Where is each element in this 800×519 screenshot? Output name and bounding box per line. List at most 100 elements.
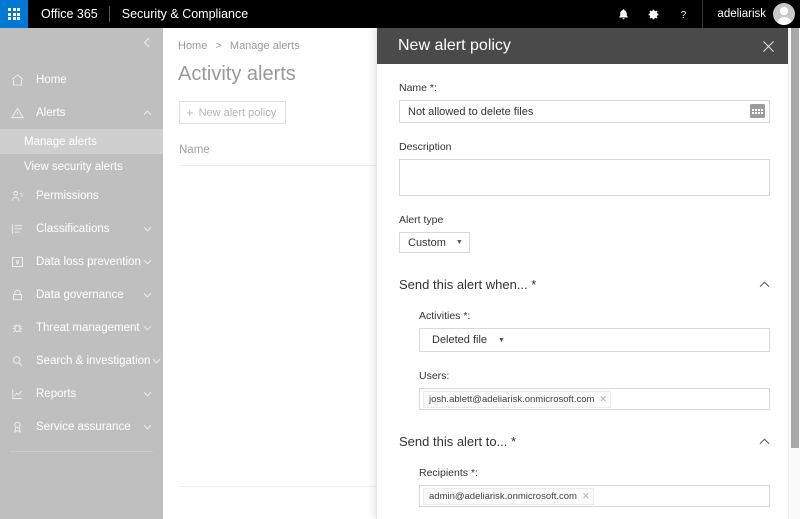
chevron-down-icon[interactable] (150, 358, 162, 364)
keyboard-ime-icon[interactable] (750, 104, 765, 118)
remove-token-x-icon[interactable]: ✕ (582, 491, 590, 502)
activities-value: Deleted file (432, 334, 487, 346)
description-field-group: Description (399, 123, 770, 196)
section-send-alert-when-title: Send this alert when... * (399, 277, 759, 292)
chevron-down-icon[interactable] (141, 259, 153, 265)
help-question-icon[interactable]: ? (668, 0, 698, 28)
section-send-alert-when-body: Activities *: Deleted file ▼ Users: josh… (399, 292, 770, 410)
data-governance-lock-icon (11, 289, 30, 301)
chevron-left-icon (143, 37, 150, 48)
alert-type-value: Custom (408, 237, 446, 249)
service-assurance-badge-icon (11, 421, 30, 433)
description-textarea[interactable] (399, 159, 770, 196)
alert-type-label: Alert type (399, 214, 770, 226)
name-input[interactable] (399, 100, 770, 123)
name-label: Name *: (399, 82, 770, 94)
users-people-picker[interactable]: josh.ablett@adeliarisk.onmicrosoft.com ✕ (419, 388, 770, 410)
avatar[interactable] (773, 3, 795, 25)
plus-icon: + (186, 106, 194, 119)
sidebar-item-classifications[interactable]: Classifications (0, 212, 163, 245)
page-vertical-scrollbar[interactable] (788, 28, 800, 519)
users-token-label: josh.ablett@adeliarisk.onmicrosoft.com (429, 394, 594, 405)
permissions-people-icon (11, 190, 30, 202)
panel-title: New alert policy (398, 37, 757, 55)
nav-gap (0, 56, 163, 63)
chevron-down-icon[interactable] (141, 325, 153, 331)
sidebar-item-threat-management[interactable]: Threat management (0, 311, 163, 344)
panel-body: Name *: Description Alert type Custom (377, 64, 792, 519)
nav-bottom-divider (10, 451, 153, 452)
suite-brand-office365[interactable]: Office 365 (28, 0, 109, 28)
chevron-down-icon[interactable] (141, 292, 153, 298)
user-account-menu[interactable]: adeliarisk (702, 0, 800, 28)
activities-dropdown[interactable]: Deleted file ▼ (419, 328, 770, 352)
sidebar-item-data-governance[interactable]: Data governance (0, 278, 163, 311)
section-send-alert-to-title: Send this alert to... * (399, 434, 759, 449)
alert-triangle-icon (11, 107, 30, 119)
breadcrumb-separator: > (215, 40, 221, 52)
activities-label: Activities *: (419, 310, 770, 322)
breadcrumb-current[interactable]: Manage alerts (230, 40, 300, 52)
chevron-up-icon[interactable] (141, 110, 153, 116)
chevron-down-icon[interactable] (141, 391, 153, 397)
sidebar-item-manage-alerts[interactable]: Manage alerts (0, 129, 163, 154)
scrollbar-thumb[interactable] (791, 28, 799, 448)
settings-gear-icon[interactable] (638, 0, 668, 28)
name-field-group: Name *: (399, 64, 770, 123)
alert-type-field-group: Alert type Custom ▼ (399, 196, 770, 253)
app-launcher-waffle-icon[interactable] (0, 0, 28, 28)
reports-chart-icon (11, 388, 30, 400)
sidebar-item-service-assurance[interactable]: Service assurance (0, 410, 163, 443)
chevron-down-icon[interactable] (141, 226, 153, 232)
alert-type-dropdown[interactable]: Custom ▼ (399, 232, 470, 253)
sidebar-item-search-investigation[interactable]: Search & investigation (0, 344, 163, 377)
sidebar-item-label: Data loss prevention (30, 256, 141, 268)
classifications-list-icon (11, 223, 30, 235)
sidebar-item-label: Home (30, 74, 141, 86)
sidebar-item-label: Data governance (30, 289, 141, 301)
user-name-label: adeliarisk (717, 8, 766, 20)
notifications-bell-icon[interactable] (608, 0, 638, 28)
description-label: Description (399, 141, 770, 153)
sidebar-item-view-security-alerts[interactable]: View security alerts (0, 154, 163, 179)
home-icon (11, 74, 30, 86)
name-input-wrap (399, 100, 770, 123)
sidebar-item-data-loss-prevention[interactable]: Data loss prevention (0, 245, 163, 278)
panel-header: New alert policy (377, 28, 792, 64)
section-send-alert-when-header[interactable]: Send this alert when... * (399, 253, 770, 292)
chevron-down-icon[interactable] (141, 424, 153, 430)
sidebar-item-label: Permissions (30, 190, 141, 202)
breadcrumb-home[interactable]: Home (178, 40, 207, 52)
remove-token-x-icon[interactable]: ✕ (599, 394, 607, 405)
sidebar-item-label: Alerts (30, 107, 141, 119)
waffle-grid (8, 8, 20, 20)
close-x-icon[interactable] (757, 35, 779, 57)
new-alert-policy-label: New alert policy (199, 107, 277, 119)
search-magnifier-icon (11, 355, 30, 367)
sidebar-item-home[interactable]: Home (0, 63, 163, 96)
chevron-up-icon[interactable] (759, 438, 770, 445)
activities-field-group: Activities *: Deleted file ▼ (419, 292, 770, 352)
section-send-alert-to-header[interactable]: Send this alert to... * (399, 410, 770, 449)
suite-app-name[interactable]: Security & Compliance (110, 0, 260, 28)
left-navigation: Home Alerts Manage alerts View security … (0, 28, 163, 519)
chevron-down-icon: ▼ (456, 239, 463, 246)
nav-collapse-button[interactable] (0, 28, 163, 56)
recipients-token[interactable]: admin@adeliarisk.onmicrosoft.com ✕ (423, 488, 594, 505)
users-field-group: Users: josh.ablett@adeliarisk.onmicrosof… (419, 352, 770, 410)
new-alert-policy-button[interactable]: + New alert policy (179, 101, 286, 124)
sidebar-item-label: Threat management (30, 322, 141, 334)
sidebar-subitem-label: Manage alerts (24, 136, 97, 148)
sidebar-item-label: Reports (30, 388, 141, 400)
sidebar-item-alerts[interactable]: Alerts (0, 96, 163, 129)
users-token[interactable]: josh.ablett@adeliarisk.onmicrosoft.com ✕ (423, 391, 611, 408)
sidebar-item-reports[interactable]: Reports (0, 377, 163, 410)
recipients-field-group: Recipients *: admin@adeliarisk.onmicroso… (419, 449, 770, 507)
chevron-up-icon[interactable] (759, 281, 770, 288)
recipients-people-picker[interactable]: admin@adeliarisk.onmicrosoft.com ✕ (419, 485, 770, 507)
suite-top-bar: Office 365 Security & Compliance ? adeli… (0, 0, 800, 28)
users-label: Users: (419, 370, 770, 382)
sidebar-item-permissions[interactable]: Permissions (0, 179, 163, 212)
office365-security-compliance-window: Office 365 Security & Compliance ? adeli… (0, 0, 800, 519)
data-loss-prevention-lock-icon (11, 256, 30, 268)
